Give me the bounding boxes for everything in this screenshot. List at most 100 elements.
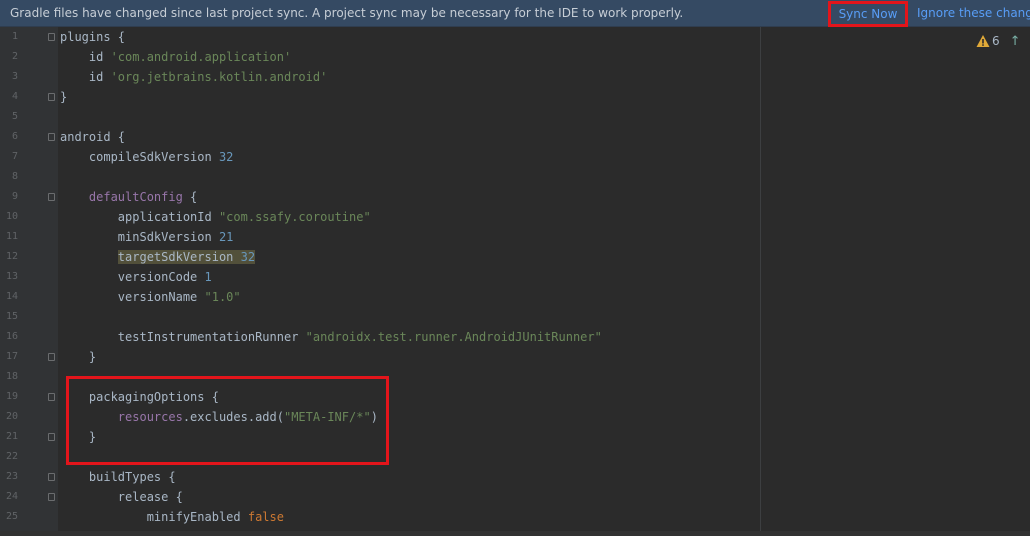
- code-line[interactable]: 1 plugins {: [12, 27, 1030, 47]
- code-token: "com.ssafy.coroutine": [218, 210, 371, 224]
- code-text: minifyEnabled false: [60, 507, 284, 527]
- code-token: applicationId: [60, 210, 219, 224]
- code-text: versionCode 1: [60, 267, 212, 287]
- fold-marker-icon[interactable]: [48, 393, 55, 401]
- code-text: defaultConfig {: [60, 187, 197, 207]
- line-number: 24: [5, 491, 18, 502]
- code-token: defaultConfig: [88, 190, 183, 204]
- code-token: minifyEnabled: [60, 510, 248, 524]
- line-number: 6: [11, 131, 18, 142]
- code-line[interactable]: 8: [12, 167, 1030, 187]
- code-token: 21: [218, 230, 234, 244]
- code-line[interactable]: 14 versionName "1.0": [6, 287, 1030, 307]
- code-line[interactable]: 4}: [12, 87, 1030, 107]
- code-line[interactable]: 3 id 'org.jetbrains.kotlin.android': [12, 67, 1030, 87]
- inspection-widget[interactable]: 6 ↑: [976, 33, 1021, 49]
- banner-message: Gradle files have changed since last pro…: [10, 6, 684, 20]
- line-number: 3: [11, 71, 18, 82]
- line-number: 19: [5, 391, 18, 402]
- line-number: 15: [5, 311, 18, 322]
- line-number: 2: [11, 51, 18, 62]
- code-text: testInstrumentationRunner "androidx.test…: [60, 327, 602, 347]
- code-line[interactable]: 6 android {: [12, 127, 1030, 147]
- code-line[interactable]: 10 applicationId "com.ssafy.coroutine": [6, 207, 1030, 227]
- code-line[interactable]: 9 defaultConfig {: [12, 187, 1030, 207]
- code-token: targetSdkVersion: [117, 250, 241, 264]
- packaging-options-highlight: [66, 376, 389, 465]
- code-text: buildTypes {: [60, 467, 176, 487]
- code-token: "androidx.test.runner.AndroidJUnitRunner…: [305, 330, 602, 344]
- code-token: id: [60, 50, 111, 64]
- code-line[interactable]: 2 id 'com.android.application': [12, 47, 1030, 67]
- line-number: 17: [5, 351, 18, 362]
- code-line[interactable]: 7 compileSdkVersion 32: [12, 147, 1030, 167]
- line-number: 1: [11, 31, 18, 42]
- code-line[interactable]: 15: [6, 307, 1030, 327]
- code-text: plugins {: [60, 27, 125, 47]
- line-number: 16: [5, 331, 18, 342]
- code-line[interactable]: 11 minSdkVersion 21: [6, 227, 1030, 247]
- code-line[interactable]: 13 versionCode 1: [6, 267, 1030, 287]
- line-number: 18: [5, 371, 18, 382]
- code-token: minSdkVersion: [60, 230, 219, 244]
- line-number: 12: [5, 251, 18, 262]
- code-line[interactable]: 24 release {: [6, 487, 1030, 507]
- code-text: versionName "1.0": [60, 287, 241, 307]
- code-token: {: [182, 190, 198, 204]
- line-number: 13: [5, 271, 18, 282]
- code-line[interactable]: 12 targetSdkVersion 32: [6, 247, 1030, 267]
- line-number: 7: [11, 151, 18, 162]
- fold-marker-icon[interactable]: [48, 193, 55, 201]
- code-line[interactable]: 23 buildTypes {: [6, 467, 1030, 487]
- line-number: 25: [5, 511, 18, 522]
- line-number: 9: [11, 191, 18, 202]
- code-token: id: [60, 70, 111, 84]
- line-number: 4: [11, 91, 18, 102]
- code-token: plugins {: [60, 30, 126, 44]
- line-number: 8: [11, 171, 18, 182]
- code-token: "1.0": [204, 290, 241, 304]
- warning-triangle-icon: [976, 35, 990, 47]
- ignore-changes-link[interactable]: Ignore these changes: [917, 6, 1030, 20]
- code-text: minSdkVersion 21: [60, 227, 234, 247]
- code-token: 'com.android.application': [110, 50, 292, 64]
- fold-marker-icon[interactable]: [48, 473, 55, 481]
- gradle-sync-banner: Gradle files have changed since last pro…: [0, 0, 1030, 27]
- code-token: android {: [60, 130, 126, 144]
- code-token: 1: [204, 270, 212, 284]
- code-text: targetSdkVersion 32: [60, 247, 256, 267]
- fold-marker-icon[interactable]: [48, 133, 55, 141]
- fold-marker-icon[interactable]: [48, 33, 55, 41]
- code-token: false: [247, 510, 284, 524]
- code-token: versionCode: [60, 270, 205, 284]
- line-number: 21: [5, 431, 18, 442]
- code-line[interactable]: 16 testInstrumentationRunner "androidx.t…: [6, 327, 1030, 347]
- line-number: 20: [5, 411, 18, 422]
- line-number: 23: [5, 471, 18, 482]
- code-line[interactable]: 5: [12, 107, 1030, 127]
- sync-now-link[interactable]: Sync Now: [828, 1, 908, 27]
- line-number: 10: [5, 211, 18, 222]
- code-token: }: [60, 350, 97, 364]
- fold-marker-icon[interactable]: [48, 353, 55, 361]
- line-number: 14: [5, 291, 18, 302]
- code-line[interactable]: 25 minifyEnabled false: [6, 507, 1030, 527]
- warning-count: 6: [992, 34, 1000, 48]
- code-token: 32: [240, 250, 256, 264]
- code-token: compileSdkVersion: [60, 150, 219, 164]
- code-token: }: [60, 90, 68, 104]
- code-token: 'org.jetbrains.kotlin.android': [110, 70, 328, 84]
- fold-marker-icon[interactable]: [48, 493, 55, 501]
- code-text: release {: [60, 487, 183, 507]
- code-text: id 'org.jetbrains.kotlin.android': [60, 67, 327, 87]
- line-number: 22: [5, 451, 18, 462]
- code-line[interactable]: 17 }: [6, 347, 1030, 367]
- code-text: }: [60, 87, 67, 107]
- arrow-up-icon[interactable]: ↑: [1010, 34, 1021, 49]
- fold-marker-icon[interactable]: [48, 433, 55, 441]
- fold-marker-icon[interactable]: [48, 93, 55, 101]
- horizontal-scrollbar[interactable]: [0, 531, 1030, 536]
- code-text: }: [60, 347, 96, 367]
